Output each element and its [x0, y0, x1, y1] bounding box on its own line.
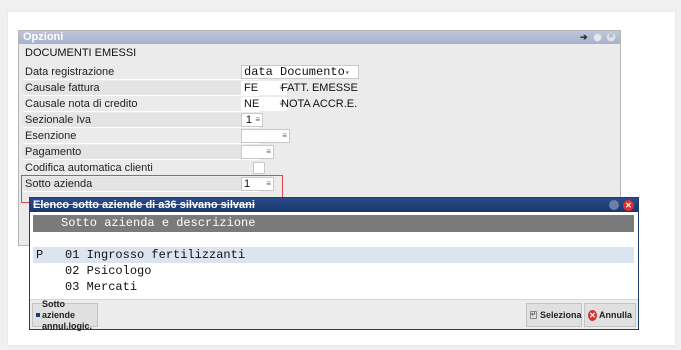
- list-icon: ≡: [255, 115, 260, 124]
- select-label: Seleziona: [540, 310, 582, 320]
- causale-fattura-desc: FATT. EMESSE: [281, 82, 358, 94]
- row-pagamento: Pagamento: [23, 145, 259, 160]
- select-button[interactable]: ↵ Seleziona: [526, 303, 582, 327]
- close-icon[interactable]: ✕: [606, 32, 616, 42]
- row-label: Causale fattura: [25, 82, 100, 94]
- section-title: DOCUMENTI EMESSI: [25, 47, 137, 59]
- item-name: Psicologo: [86, 264, 152, 278]
- item-code: 03: [65, 280, 80, 294]
- square-icon: [36, 313, 40, 317]
- options-window-title-text: Opzioni: [23, 31, 64, 43]
- row-esenzione: Esenzione: [23, 129, 259, 144]
- row-label: Causale nota di credito: [25, 98, 138, 110]
- row-codifica-automatica: Codifica automatica clienti: [23, 161, 259, 176]
- item-name: Ingrosso fertilizzanti: [86, 248, 246, 262]
- row-sezionale-iva: Sezionale Iva: [23, 113, 259, 128]
- minimize-icon[interactable]: [609, 200, 619, 210]
- popup-footer: Sotto aziende annul.logic. ↵ Seleziona ✕ …: [30, 299, 638, 331]
- data-registrazione-select[interactable]: data Documento▾: [241, 65, 359, 79]
- list-item[interactable]: 02 Psicologo: [33, 263, 634, 279]
- enter-icon: ↵: [530, 311, 538, 319]
- annulled-subsidiaries-button[interactable]: Sotto aziende annul.logic.: [32, 299, 98, 331]
- pin-icon[interactable]: ➔: [580, 32, 589, 42]
- list-item[interactable]: 03 Mercati: [33, 279, 634, 295]
- list-icon: ≡: [266, 147, 271, 156]
- field-value: FE: [244, 82, 259, 94]
- list-item[interactable]: P 01 Ingrosso fertilizzanti: [33, 247, 634, 263]
- button-line1: Sotto aziende: [42, 298, 76, 320]
- item-flag: P: [36, 248, 44, 262]
- esenzione-field[interactable]: ≡: [241, 129, 290, 143]
- popup-title-text: Elenco sotto aziende di a36 silvano silv…: [33, 199, 255, 211]
- row-label: Esenzione: [25, 130, 77, 142]
- cancel-label: Annulla: [599, 310, 632, 320]
- button-line2: annul.logic.: [42, 320, 93, 331]
- row-causale-fattura: Causale fattura: [23, 81, 259, 96]
- popup-window-controls: ✕: [609, 200, 634, 211]
- subsidiary-list-popup: Elenco sotto aziende di a36 silvano silv…: [29, 197, 639, 331]
- cancel-button[interactable]: ✕ Annulla: [584, 303, 636, 327]
- list-icon: ≡: [282, 131, 287, 140]
- codifica-automatica-checkbox[interactable]: [253, 162, 265, 174]
- close-icon[interactable]: ✕: [623, 200, 634, 211]
- field-value: NE: [244, 98, 260, 110]
- item-name: Mercati: [86, 280, 138, 294]
- column-header: Sotto azienda e descrizione: [33, 215, 634, 232]
- causale-nota-credito-desc: NOTA ACCR.E.: [281, 98, 358, 110]
- popup-title: Elenco sotto aziende di a36 silvano silv…: [30, 198, 638, 212]
- row-label: Pagamento: [25, 146, 82, 158]
- item-code: 02: [65, 264, 80, 278]
- row-causale-nota-credito: Causale nota di credito: [23, 97, 259, 112]
- chevron-down-icon: ▾: [344, 69, 350, 78]
- row-label: Sezionale Iva: [25, 114, 92, 126]
- minimize-icon[interactable]: [593, 32, 602, 42]
- row-label: Codifica automatica clienti: [25, 162, 153, 174]
- row-label: Data registrazione: [25, 66, 115, 78]
- select-value: data Documento: [244, 65, 345, 79]
- pagamento-field[interactable]: ≡: [241, 145, 274, 159]
- page: Opzioni ➔ ✕ DOCUMENTI EMESSI Data regist…: [0, 0, 681, 350]
- item-code: 01: [65, 248, 80, 262]
- sezionale-iva-field[interactable]: 1 ≡: [241, 113, 263, 127]
- row-data-registrazione: Data registrazione: [23, 65, 259, 80]
- window-controls: ➔ ✕: [580, 32, 616, 42]
- cancel-icon: ✕: [588, 309, 597, 321]
- field-value: 1: [245, 114, 252, 126]
- options-window-title: Opzioni ➔ ✕: [19, 31, 620, 44]
